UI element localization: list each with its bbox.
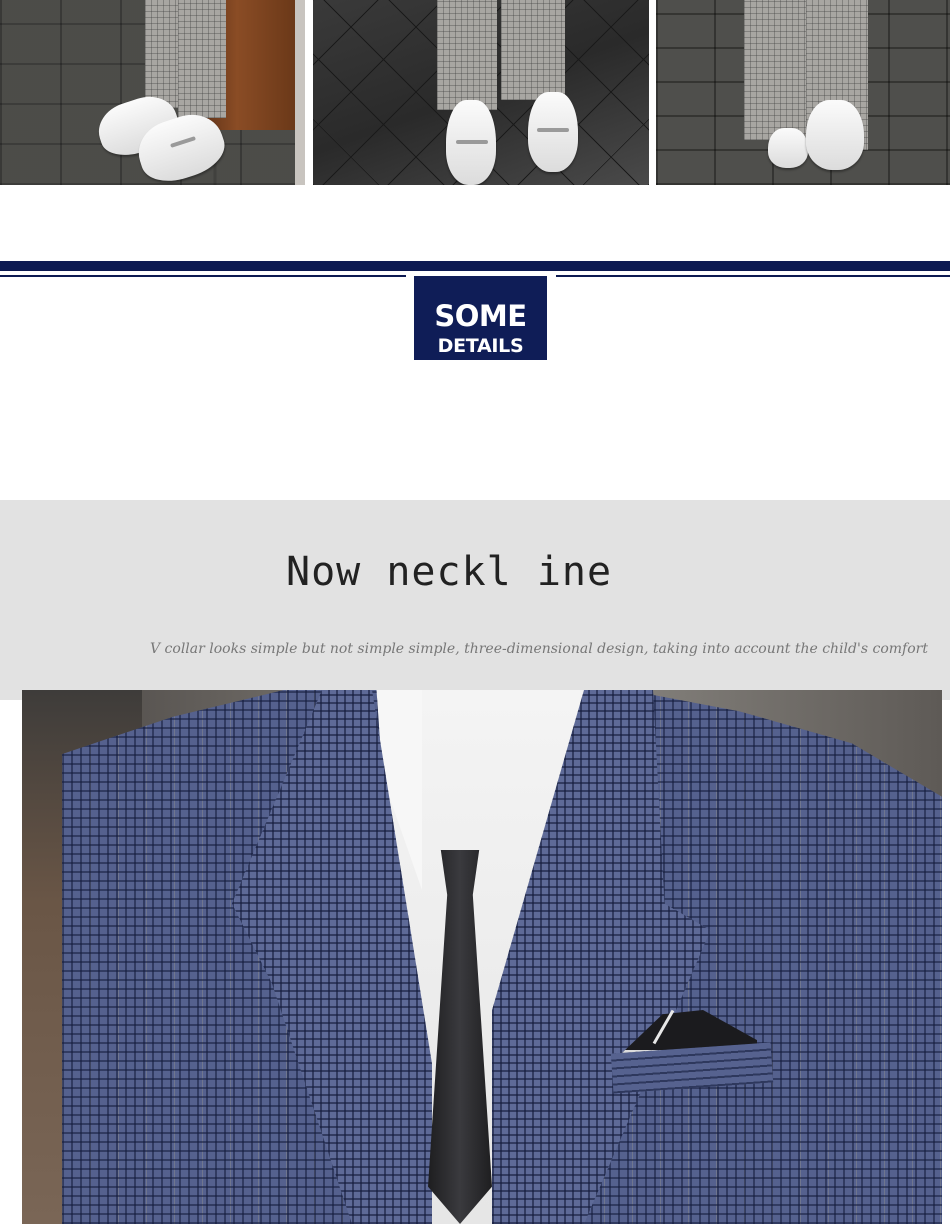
feature-subtitle: V collar looks simple but not simple sim… bbox=[150, 641, 928, 657]
loafer-shoe bbox=[528, 92, 578, 172]
trouser-leg bbox=[501, 0, 565, 100]
badge-title: SOME bbox=[434, 299, 527, 333]
wall-image bbox=[295, 0, 305, 185]
loafer-shoe bbox=[806, 100, 864, 170]
trouser-leg bbox=[744, 0, 814, 140]
section-badge: SOME DETAILS bbox=[414, 276, 547, 360]
trouser-leg bbox=[437, 0, 497, 110]
loafers-photo-1 bbox=[0, 0, 305, 185]
badge-subtitle: DETAILS bbox=[437, 335, 524, 357]
trouser-leg bbox=[178, 0, 226, 118]
loafers-photo-2 bbox=[313, 0, 649, 185]
feature-panel bbox=[0, 500, 950, 700]
feature-title: Now neckl ine bbox=[286, 549, 613, 595]
header-rule-thick bbox=[0, 261, 950, 271]
jacket-neckline-photo bbox=[22, 690, 942, 1224]
loafers-photo-3 bbox=[656, 0, 950, 185]
photo-strip bbox=[0, 0, 950, 186]
header-rule-thin-right bbox=[556, 275, 950, 277]
buckle-detail bbox=[456, 140, 488, 144]
buckle-detail bbox=[537, 128, 569, 132]
loafer-shoe bbox=[768, 128, 808, 168]
header-rule-thin-left bbox=[0, 275, 406, 277]
